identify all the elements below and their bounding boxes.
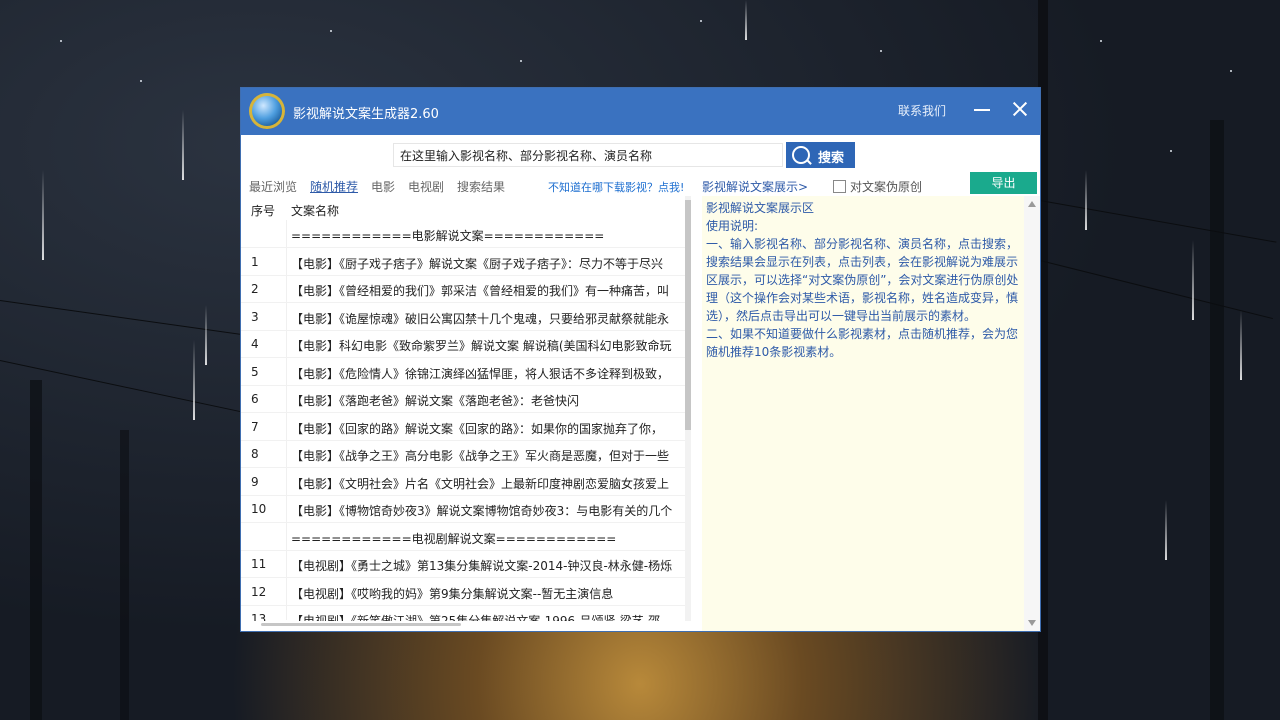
result-list: 序号 文案名称 ============电影解说文案============ 1… xyxy=(241,196,685,621)
tab-search-results[interactable]: 搜索结果 xyxy=(457,178,505,195)
list-item[interactable]: 8 【电影】《战争之王》高分电影《战争之王》军火商是恶魔，但对于一些 xyxy=(241,440,685,468)
search-input[interactable]: 在这里输入影视名称、部分影视名称、演员名称 xyxy=(393,143,783,167)
header-num: 序号 xyxy=(251,204,276,218)
showcase-link[interactable]: 影视解说文案展示> xyxy=(702,178,808,195)
export-button[interactable]: 导出 xyxy=(970,172,1037,194)
list-item[interactable]: 11 【电视剧】《勇士之城》第13集分集解说文案-2014-钟汉良-林永健-杨烁 xyxy=(241,550,685,578)
close-icon[interactable] xyxy=(1009,97,1031,123)
tab-tv[interactable]: 电视剧 xyxy=(408,178,444,195)
list-item[interactable]: 10 【电影】《博物馆奇妙夜3》解说文案博物馆奇妙夜3：与电影有关的几个 xyxy=(241,495,685,523)
tab-recent[interactable]: 最近浏览 xyxy=(249,178,297,195)
panel-title: 影视解说文案展示区 xyxy=(706,201,815,215)
list-item[interactable]: 12 【电视剧】《哎哟我的妈》第9集分集解说文案--暂无主演信息 xyxy=(241,578,685,606)
app-window: 影视解说文案生成器2.60 联系我们 在这里输入影视名称、部分影视名称、演员名称… xyxy=(241,88,1040,631)
scrollbar-thumb[interactable] xyxy=(685,200,691,430)
list-item[interactable]: 7 【电影】《回家的路》解说文案《回家的路》：如果你的国家抛弃了你， xyxy=(241,413,685,441)
pseudo-original-label: 对文案伪原创 xyxy=(850,180,923,194)
panel-instruction-2: 二、如果不知道要做什么影视素材，点击随机推荐，会为您随机推荐10条影视素材。 xyxy=(706,327,1019,359)
scrollbar-thumb[interactable] xyxy=(261,623,461,626)
list-header: 序号 文案名称 xyxy=(241,196,685,220)
list-item[interactable]: 1 【电影】《厨子戏子痞子》解说文案《厨子戏子痞子》：尽力不等于尽兴 xyxy=(241,248,685,276)
list-item[interactable]: 4 【电影】科幻电影《致命紫罗兰》解说文案 解说稿(美国科幻电影致命玩 xyxy=(241,330,685,358)
search-button[interactable]: 搜索 xyxy=(786,142,855,168)
title-bar[interactable]: 影视解说文案生成器2.60 联系我们 xyxy=(241,88,1040,135)
minimize-icon[interactable] xyxy=(971,98,993,124)
list-item[interactable]: 6 【电影】《落跑老爸》解说文案《落跑老爸》：老爸快闪 xyxy=(241,385,685,413)
scroll-down-icon[interactable] xyxy=(1028,620,1036,626)
list-item[interactable]: 13 【电视剧】《新笑傲江湖》第25集分集解说文案-1996-吕颂贤-梁艺-邵 xyxy=(241,605,685,621)
app-title: 影视解说文案生成器2.60 xyxy=(293,107,439,122)
panel-instruction-1: 一、输入影视名称、部分影视名称、演员名称，点击搜索，搜索结果会显示在列表，点击列… xyxy=(706,237,1019,323)
checkbox-box[interactable] xyxy=(833,180,846,193)
list-item[interactable]: 3 【电影】《诡屋惊魂》破旧公寓囚禁十几个鬼魂，只要给邪灵献祭就能永 xyxy=(241,303,685,331)
pseudo-original-checkbox[interactable]: 对文案伪原创 xyxy=(833,178,922,195)
app-logo-icon xyxy=(249,93,285,129)
header-name: 文案名称 xyxy=(291,204,340,218)
scroll-up-icon[interactable] xyxy=(1028,201,1036,207)
download-help-link[interactable]: 不知道在哪下载影视？点我! xyxy=(548,179,684,195)
list-separator: ============电视剧解说文案============ xyxy=(241,523,685,551)
tab-movie[interactable]: 电影 xyxy=(371,178,395,195)
list-separator: ============电影解说文案============ xyxy=(241,220,685,248)
showcase-panel[interactable]: 影视解说文案展示区 使用说明: 一、输入影视名称、部分影视名称、演员名称，点击搜… xyxy=(702,196,1024,631)
contact-us-link[interactable]: 联系我们 xyxy=(898,102,946,119)
list-item[interactable]: 5 【电影】《危险情人》徐锦江演绎凶猛悍匪，将人狠话不多诠释到极致， xyxy=(241,358,685,386)
list-item[interactable]: 2 【电影】《曾经相爱的我们》郭采洁《曾经相爱的我们》有一种痛苦，叫 xyxy=(241,275,685,303)
list-vertical-scrollbar[interactable] xyxy=(685,196,691,621)
panel-usage-heading: 使用说明: xyxy=(706,219,759,233)
list-item[interactable]: 9 【电影】《文明社会》片名《文明社会》上最新印度神剧恋爱脑女孩爱上 xyxy=(241,468,685,496)
panel-scrollbar[interactable] xyxy=(1024,196,1040,631)
search-icon xyxy=(792,146,810,164)
tab-random[interactable]: 随机推荐 xyxy=(310,178,358,195)
search-button-label: 搜索 xyxy=(818,151,845,166)
list-horizontal-scrollbar[interactable] xyxy=(241,621,685,631)
